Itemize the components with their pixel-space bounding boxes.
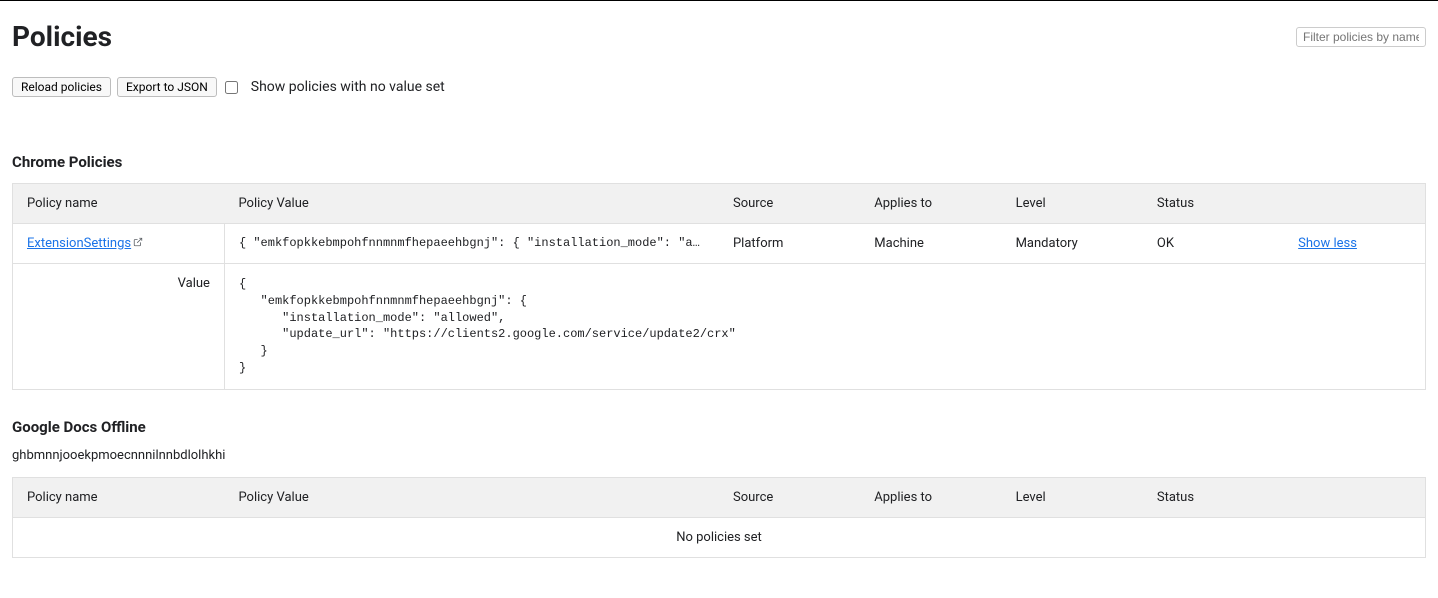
policy-level: Mandatory: [1002, 224, 1143, 264]
column-header-name: Policy name: [13, 184, 225, 224]
table-row-empty: No policies set: [13, 517, 1426, 557]
column-header-source: Source: [719, 184, 860, 224]
column-header-status: Status: [1143, 477, 1284, 517]
policy-status: OK: [1143, 224, 1284, 264]
column-header-value: Policy Value: [224, 477, 719, 517]
section-title-docs-offline: Google Docs Offline: [12, 418, 1426, 436]
expanded-value-label: Value: [13, 264, 225, 390]
column-header-level: Level: [1002, 184, 1143, 224]
section-title-chrome: Chrome Policies: [12, 153, 1426, 171]
column-header-value: Policy Value: [224, 184, 719, 224]
column-header-name: Policy name: [13, 477, 225, 517]
no-policies-text: No policies set: [13, 517, 1426, 557]
reload-policies-button[interactable]: Reload policies: [12, 77, 111, 97]
column-header-level: Level: [1002, 477, 1143, 517]
external-link-icon: [133, 237, 143, 247]
column-header-status: Status: [1143, 184, 1284, 224]
column-header-source: Source: [719, 477, 860, 517]
policies-table-docs-offline: Policy name Policy Value Source Applies …: [12, 477, 1426, 558]
toolbar: Reload policies Export to JSON Show poli…: [12, 77, 1426, 97]
section-subtitle: ghbmnnjooekpmoecnnnilnnbdlolhkhi: [12, 448, 1426, 463]
filter-input[interactable]: [1296, 27, 1426, 47]
table-row-expanded: Value { "emkfopkkebmpohfnnmnmfhepaeehbgn…: [13, 264, 1426, 390]
column-header-applies: Applies to: [860, 184, 1001, 224]
column-header-action: [1284, 184, 1425, 224]
column-header-action: [1284, 477, 1425, 517]
expanded-value-content: { "emkfopkkebmpohfnnmnmfhepaeehbgnj": { …: [239, 276, 1411, 377]
policy-source: Platform: [719, 224, 860, 264]
show-less-link[interactable]: Show less: [1298, 236, 1357, 251]
policy-applies: Machine: [860, 224, 1001, 264]
page-title: Policies: [12, 20, 112, 53]
table-row: ExtensionSettings { "emkfopkkebmpohfnnmn…: [13, 224, 1426, 264]
policy-value-short: { "emkfopkkebmpohfnnmnmfhepaeehbgnj": { …: [224, 224, 719, 264]
show-unset-label: Show policies with no value set: [251, 79, 445, 95]
policy-name-link[interactable]: ExtensionSettings: [27, 236, 131, 251]
show-unset-checkbox[interactable]: [225, 81, 238, 94]
export-json-button[interactable]: Export to JSON: [117, 77, 217, 97]
policies-table-chrome: Policy name Policy Value Source Applies …: [12, 183, 1426, 390]
column-header-applies: Applies to: [860, 477, 1001, 517]
